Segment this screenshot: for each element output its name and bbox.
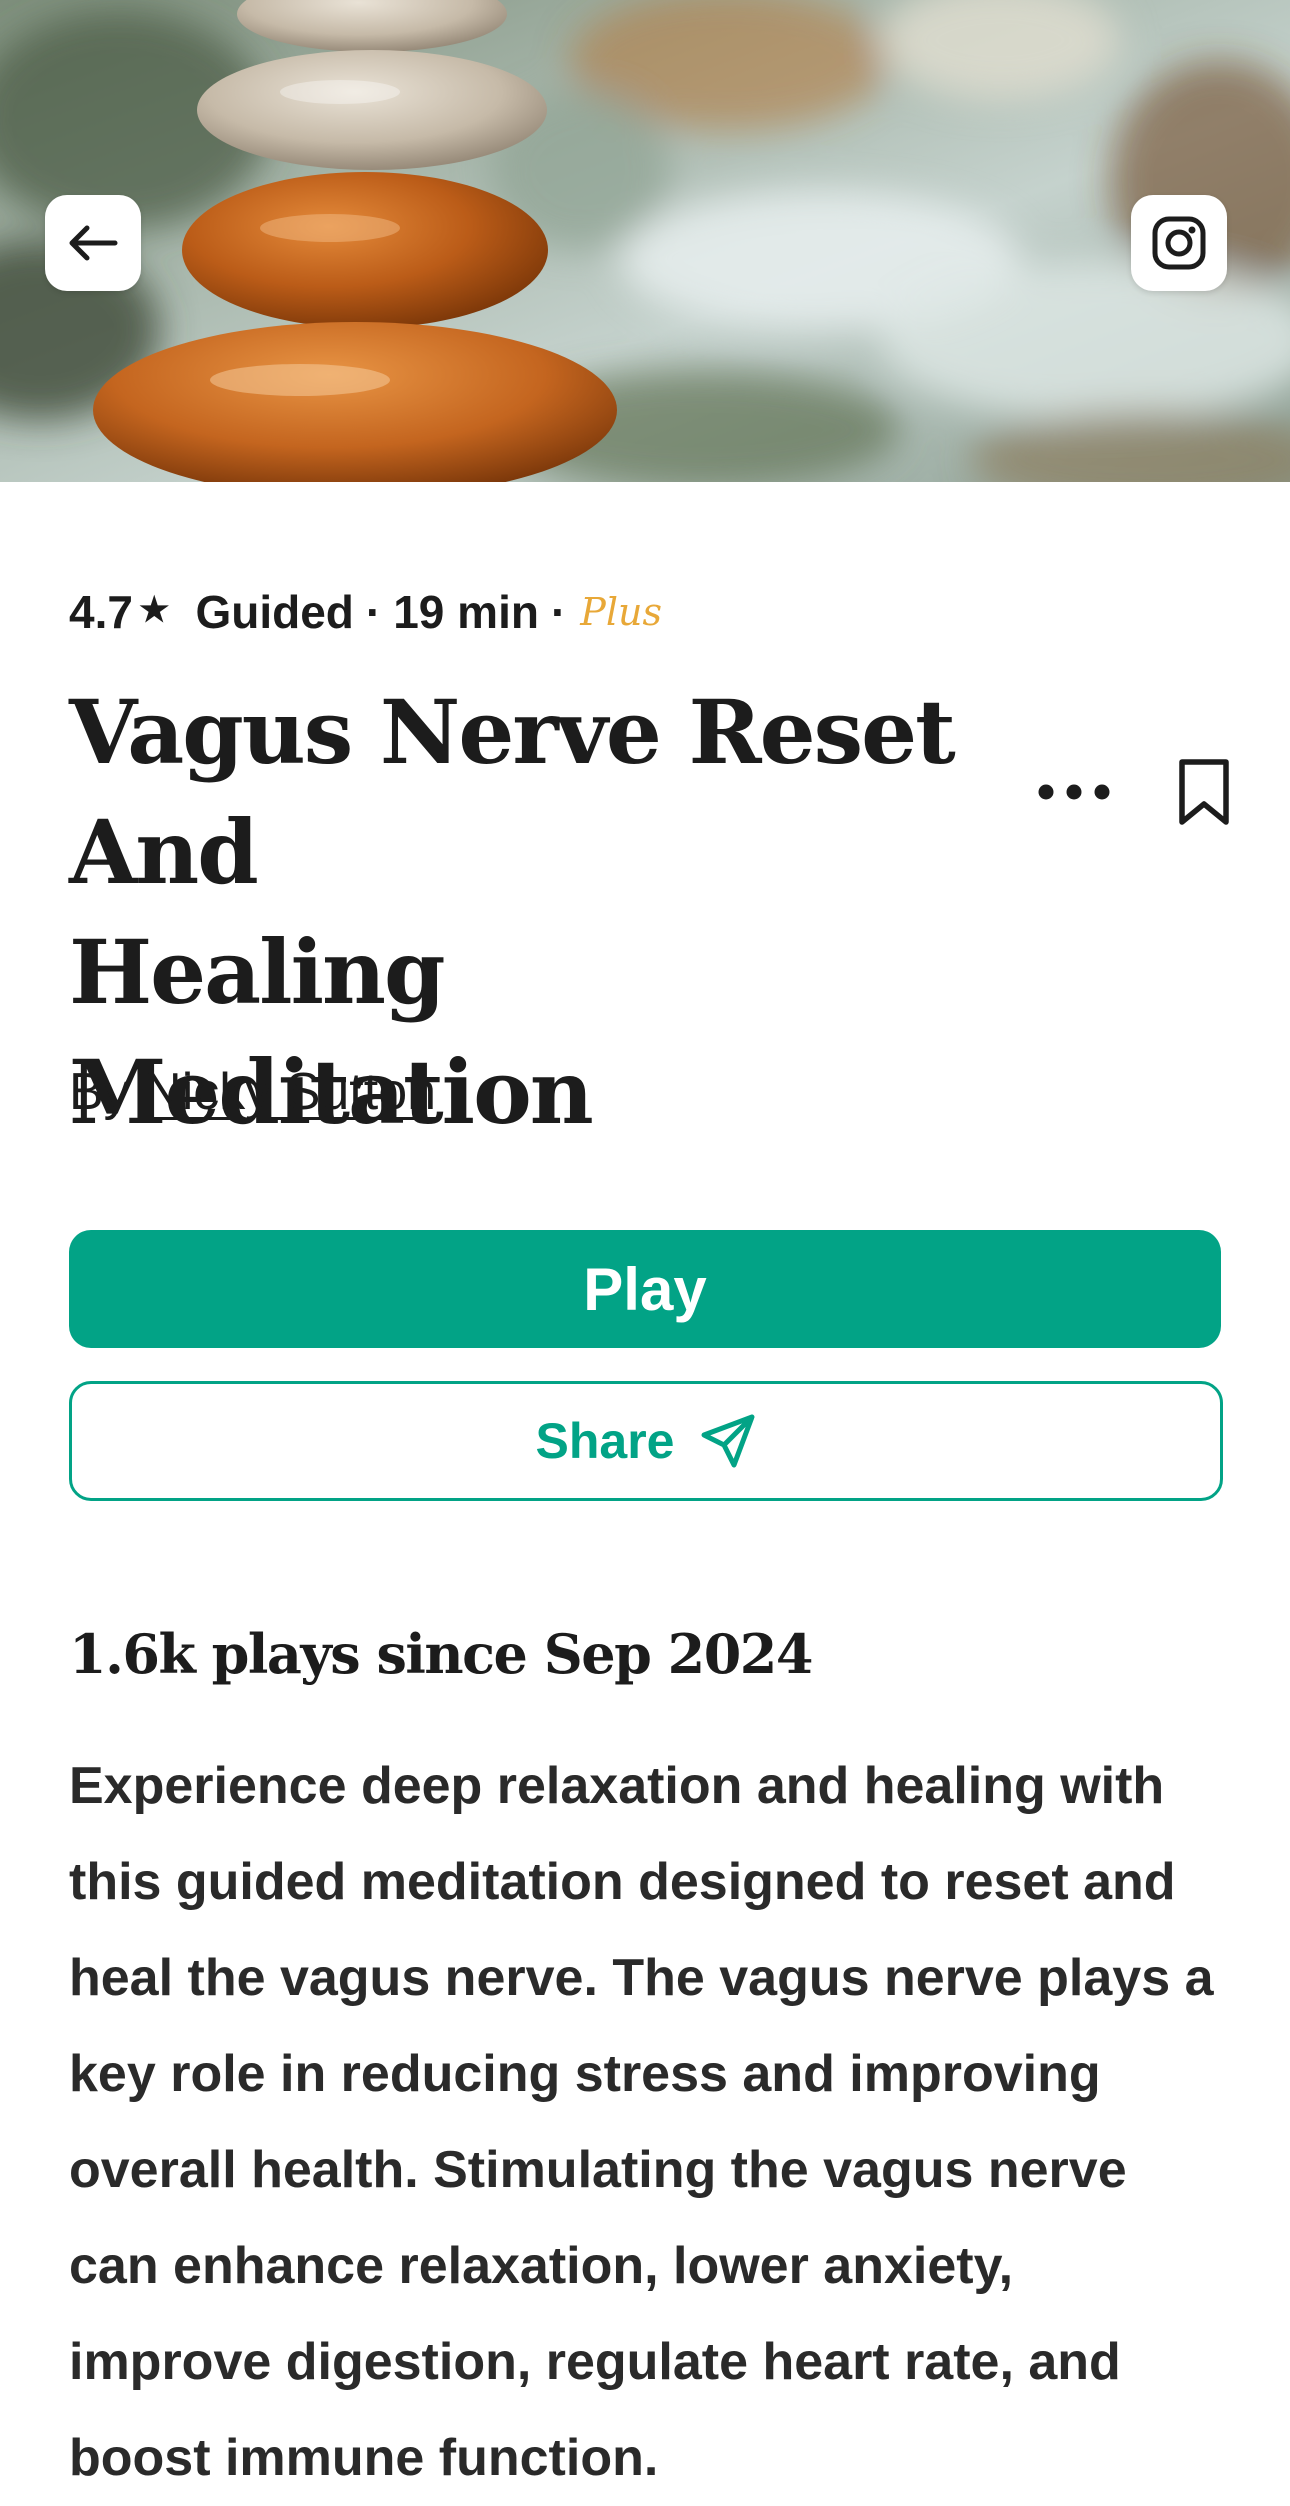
hero-image: [0, 0, 1290, 482]
stacked-stones-image: [0, 0, 1290, 482]
play-count: 1.6k plays since Sep 2024: [69, 1622, 813, 1686]
duration: 19 min: [393, 586, 539, 638]
paper-plane-icon: [701, 1414, 755, 1468]
author-link[interactable]: Nicky Sutton: [144, 1063, 436, 1121]
back-button[interactable]: [45, 195, 141, 291]
ellipsis-icon: [1038, 784, 1110, 800]
instagram-share-button[interactable]: [1131, 195, 1227, 291]
title-line-1: Vagus Nerve Reset: [69, 680, 956, 784]
arrow-left-icon: [69, 225, 118, 261]
separator-dot: ·: [365, 586, 382, 638]
byline-prefix: By: [69, 1063, 130, 1121]
byline: By Nicky Sutton: [69, 1062, 436, 1122]
separator-dot: ·: [550, 586, 567, 638]
share-button-label: Share: [535, 1413, 675, 1469]
bookmark-button[interactable]: [1159, 744, 1249, 840]
star-icon: ★: [138, 591, 170, 629]
share-button[interactable]: Share: [69, 1381, 1223, 1501]
more-options-button[interactable]: [1019, 752, 1129, 832]
bookmark-icon: [1179, 759, 1229, 825]
instagram-icon: [1152, 216, 1206, 270]
rating-value: 4.7: [69, 586, 133, 638]
play-button-label: Play: [583, 1255, 707, 1323]
meditation-type: Guided: [195, 586, 354, 638]
description: Experience deep relaxation and healing w…: [69, 1757, 1214, 2487]
title-line-2: And: [69, 800, 259, 904]
plus-badge: Plus: [580, 590, 662, 634]
meta-row: 4.7 ★ Guided · 19 min · Plus: [69, 582, 662, 642]
play-button[interactable]: Play: [69, 1230, 1221, 1348]
